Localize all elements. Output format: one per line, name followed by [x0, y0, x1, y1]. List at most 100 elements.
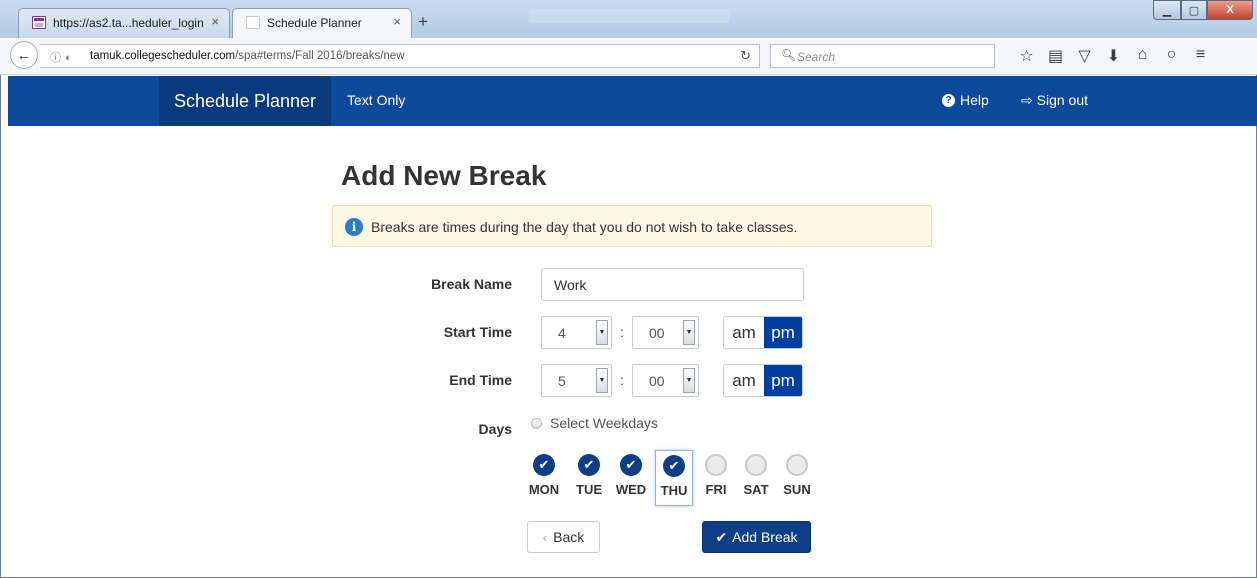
pocket-icon[interactable]: ▽ — [1070, 46, 1099, 66]
day-wed[interactable]: ✔ WED — [612, 450, 650, 506]
new-tab-button[interactable]: + — [418, 12, 428, 32]
toolbar-icons: ☆ ▤ ▽ ⬇ ⌂ ○ ≡ — [1012, 46, 1215, 66]
tab-strip: https://as2.ta...heduler_login × Schedul… — [0, 0, 1257, 38]
start-am-button[interactable]: am — [724, 317, 764, 348]
search-input[interactable]: 🔍︎ Search — [770, 44, 995, 68]
site-info-icon[interactable]: ⓘ ◖ — [50, 49, 71, 65]
back-button[interactable]: ‹ Back — [527, 521, 600, 553]
start-time-label: Start Time — [443, 324, 512, 340]
brand-title[interactable]: Schedule Planner — [159, 76, 331, 126]
url-host: tamuk.collegescheduler.com — [90, 50, 236, 62]
empty-circle-icon — [705, 454, 727, 476]
end-pm-button[interactable]: pm — [764, 365, 802, 396]
reading-list-icon[interactable]: ▤ — [1041, 46, 1070, 66]
end-hour-value: 5 — [558, 373, 566, 389]
start-minute-value: 00 — [649, 325, 665, 341]
page-icon — [246, 16, 260, 29]
chevron-down-icon: ▼ — [596, 320, 608, 345]
day-tue[interactable]: ✔ TUE — [570, 450, 608, 506]
address-bar[interactable]: ⓘ ◖ tamuk.collegescheduler.com/spa#terms… — [40, 44, 760, 68]
window-title-blur — [530, 9, 730, 23]
close-tab-icon[interactable]: × — [393, 14, 401, 29]
days-label: Days — [478, 421, 512, 437]
page-icon — [32, 16, 46, 29]
chevron-down-icon: ▼ — [683, 368, 695, 393]
reload-icon[interactable]: ↻ — [740, 48, 751, 64]
day-mon[interactable]: ✔ MON — [525, 450, 563, 506]
day-sun[interactable]: SUN — [778, 450, 816, 506]
break-name-label: Break Name — [431, 276, 512, 292]
text-only-link[interactable]: Text Only — [347, 92, 405, 108]
search-placeholder: Search — [797, 50, 836, 64]
end-hour-select[interactable]: 5 ▼ — [541, 364, 612, 397]
weekdays-radio[interactable] — [531, 417, 542, 429]
info-alert: i Breaks are times during the day that y… — [332, 205, 932, 247]
menu-icon[interactable]: ≡ — [1186, 46, 1215, 66]
app-header: Schedule Planner Text Only ? Help ⇨ Sign … — [8, 76, 1257, 126]
info-text: Breaks are times during the day that you… — [371, 219, 798, 235]
start-hour-value: 4 — [558, 325, 566, 341]
select-weekdays-option[interactable]: Select Weekdays — [531, 415, 658, 431]
help-icon: ? — [942, 93, 955, 107]
close-window-button[interactable]: X — [1207, 0, 1253, 20]
maximize-button[interactable]: ▢ — [1181, 0, 1207, 20]
end-minute-value: 00 — [649, 373, 665, 389]
navigation-toolbar: ← ⓘ ◖ tamuk.collegescheduler.com/spa#ter… — [0, 38, 1257, 75]
chat-icon[interactable]: ○ — [1157, 46, 1186, 66]
add-break-button[interactable]: ✔ Add Break — [702, 521, 811, 553]
start-ampm-toggle: am pm — [723, 316, 803, 349]
back-label: Back — [553, 529, 585, 545]
home-icon[interactable]: ⌂ — [1128, 46, 1157, 66]
day-label: FRI — [705, 482, 727, 497]
page-title: Add New Break — [341, 160, 547, 191]
tab-login[interactable]: https://as2.ta...heduler_login × — [18, 8, 230, 38]
end-ampm-toggle: am pm — [723, 364, 803, 397]
help-link[interactable]: ? Help — [942, 92, 989, 108]
checkmark-icon: ✔ — [620, 454, 642, 476]
tab-label: https://as2.ta...heduler_login — [53, 16, 204, 30]
start-hour-select[interactable]: 4 ▼ — [541, 316, 612, 349]
sign-out-label: Sign out — [1036, 92, 1088, 108]
day-label: THU — [660, 483, 688, 498]
break-name-input[interactable]: Work — [541, 268, 804, 301]
bookmark-star-icon[interactable]: ☆ — [1012, 46, 1041, 66]
close-tab-icon[interactable]: × — [211, 14, 219, 29]
start-pm-button[interactable]: pm — [764, 317, 802, 348]
empty-circle-icon — [786, 454, 808, 476]
day-label: SUN — [783, 482, 811, 497]
checkmark-icon: ✔ — [663, 455, 685, 477]
add-break-label: Add Break — [732, 529, 798, 545]
select-weekdays-label: Select Weekdays — [550, 415, 658, 431]
day-thu[interactable]: ✔ THU — [655, 450, 693, 506]
check-icon: ✔ — [715, 528, 728, 545]
info-icon: i — [345, 218, 363, 236]
end-minute-select[interactable]: 00 ▼ — [632, 364, 699, 397]
time-colon: : — [620, 324, 624, 340]
checkmark-icon: ✔ — [533, 454, 555, 476]
day-fri[interactable]: FRI — [697, 450, 735, 506]
end-am-button[interactable]: am — [724, 365, 764, 396]
day-sat[interactable]: SAT — [737, 450, 775, 506]
time-colon: : — [620, 372, 624, 388]
end-time-label: End Time — [449, 372, 512, 388]
url-text: tamuk.collegescheduler.com/spa#terms/Fal… — [90, 50, 405, 62]
empty-circle-icon — [745, 454, 767, 476]
day-label: MON — [528, 482, 560, 497]
start-minute-select[interactable]: 00 ▼ — [632, 316, 699, 349]
sign-out-link[interactable]: ⇨ Sign out — [1021, 92, 1088, 109]
sign-out-icon: ⇨ — [1021, 92, 1033, 108]
day-label: SAT — [743, 482, 769, 497]
search-icon: 🔍︎ — [781, 48, 797, 62]
help-label: Help — [960, 92, 989, 108]
url-path: /spa#terms/Fall 2016/breaks/new — [235, 50, 405, 62]
day-label: WED — [615, 482, 647, 497]
download-icon[interactable]: ⬇ — [1099, 46, 1128, 66]
minimize-button[interactable]: ▁ — [1153, 0, 1181, 20]
back-arrow-icon[interactable]: ← — [10, 41, 38, 69]
checkmark-icon: ✔ — [578, 454, 600, 476]
tab-label: Schedule Planner — [267, 16, 362, 30]
tab-schedule-planner[interactable]: Schedule Planner × — [232, 8, 412, 38]
window-controls: ▁ ▢ X — [1153, 0, 1253, 22]
chevron-down-icon: ▼ — [683, 320, 695, 345]
chevron-left-icon: ‹ — [542, 529, 548, 545]
